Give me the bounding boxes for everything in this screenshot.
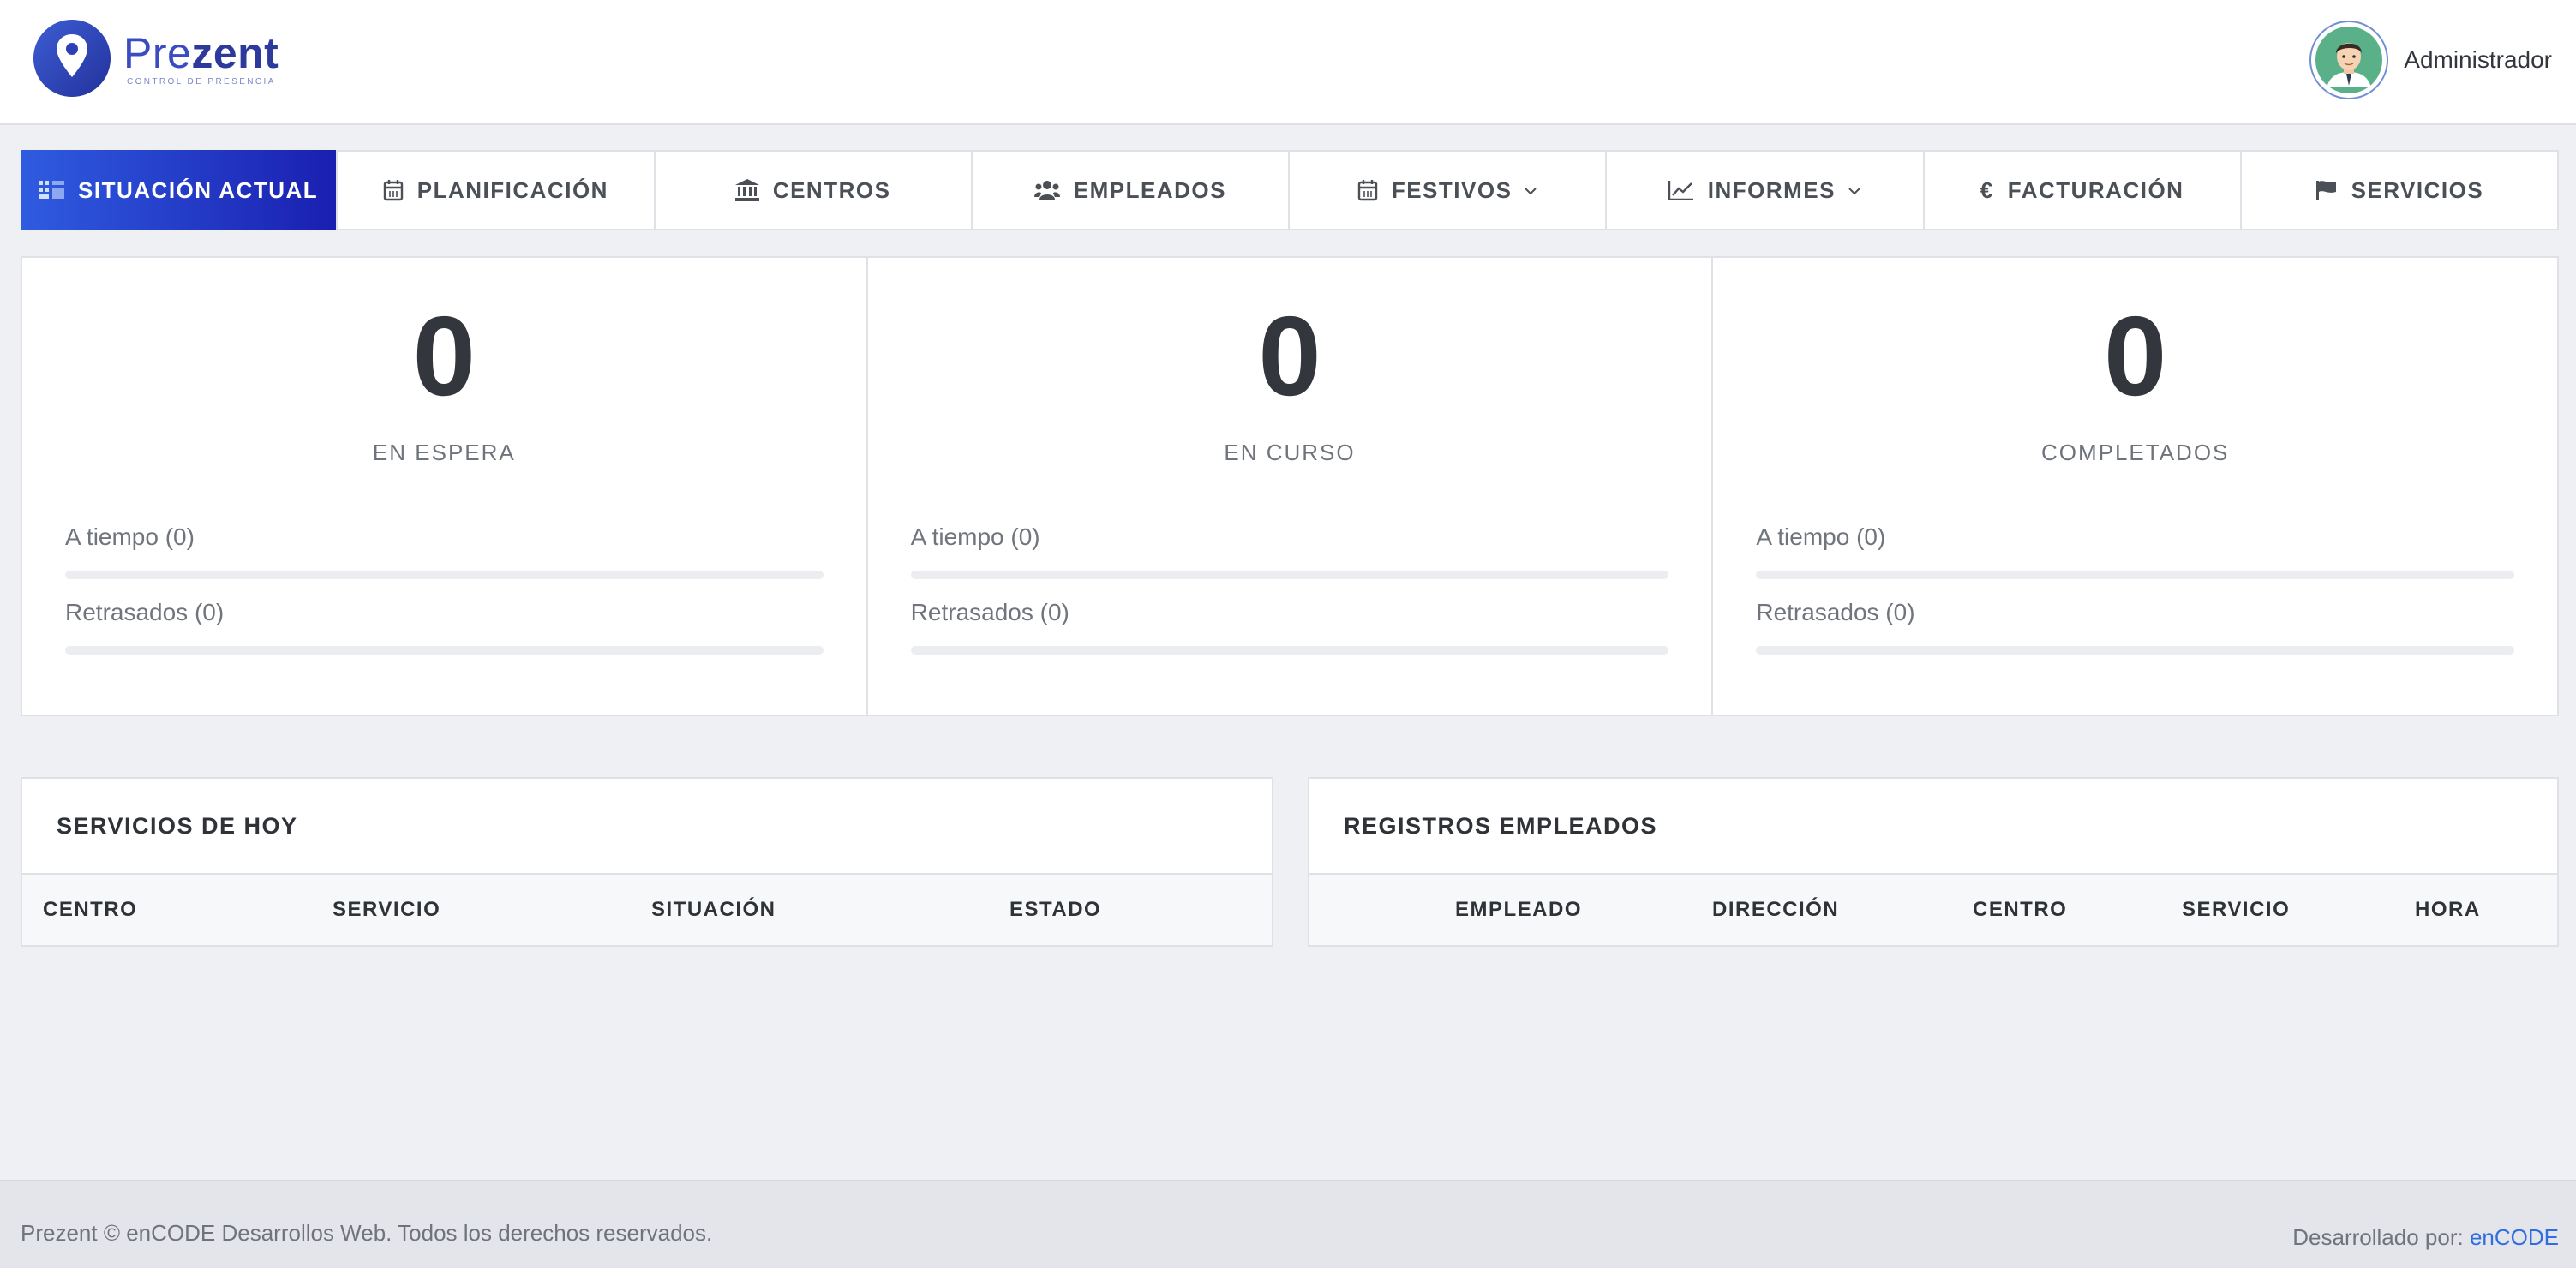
tab-empleados[interactable]: EMPLEADOS bbox=[973, 152, 1290, 229]
stat-label: EN ESPERA bbox=[372, 440, 516, 465]
developer-link[interactable]: enCODE bbox=[2470, 1224, 2559, 1250]
column-header-hora[interactable]: HORA bbox=[2415, 875, 2481, 945]
employee-records-panel: REGISTROS EMPLEADOS EMPLEADO DIRECCIÓN C… bbox=[1308, 777, 2559, 947]
developed-by: Desarrollado por: enCODE bbox=[2292, 1224, 2559, 1251]
delayed-progress-bar bbox=[910, 646, 1669, 655]
stat-label: EN CURSO bbox=[1224, 440, 1356, 465]
top-header: Prezent CONTROL DE PRESENCIA Administrad… bbox=[0, 0, 2576, 125]
stat-completados: 0 COMPLETADOS A tiempo (0) Retrasados (0… bbox=[1713, 258, 2557, 715]
delayed-label: Retrasados (0) bbox=[1756, 599, 1915, 625]
tab-label: CENTROS bbox=[772, 176, 891, 203]
user-menu[interactable]: Administrador bbox=[2309, 21, 2552, 99]
tab-situacion-actual[interactable]: SITUACIÓN ACTUAL bbox=[21, 150, 338, 230]
tab-label: FESTIVOS bbox=[1391, 176, 1513, 203]
tab-facturacion[interactable]: € FACTURACIÓN bbox=[1925, 152, 2242, 229]
panel-title: REGISTROS EMPLEADOS bbox=[1309, 779, 2557, 875]
user-avatar-icon bbox=[2315, 27, 2383, 93]
stat-en-curso: 0 EN CURSO A tiempo (0) Retrasados (0) bbox=[868, 258, 1714, 715]
table-header: EMPLEADO DIRECCIÓN CENTRO SERVICIO HORA bbox=[1309, 875, 2557, 945]
location-pin-logo-icon bbox=[33, 20, 111, 97]
stat-label: COMPLETADOS bbox=[2040, 440, 2230, 465]
delayed-progress-bar bbox=[65, 646, 824, 655]
on-time-label: A tiempo (0) bbox=[910, 523, 1040, 550]
calendar-icon bbox=[1357, 179, 1378, 201]
on-time-progress-bar bbox=[65, 571, 824, 579]
copyright-text: Prezent © enCODE Desarrollos Web. Todos … bbox=[21, 1220, 713, 1246]
column-header-estado[interactable]: ESTADO bbox=[1009, 875, 1101, 945]
on-time-progress-bar bbox=[910, 571, 1669, 579]
column-header-servicio[interactable]: SERVICIO bbox=[2182, 875, 2290, 945]
avatar[interactable] bbox=[2309, 21, 2389, 99]
bank-icon bbox=[734, 179, 759, 201]
column-header-servicio[interactable]: SERVICIO bbox=[332, 875, 440, 945]
logo-name: Prezent bbox=[123, 28, 279, 77]
on-time-label: A tiempo (0) bbox=[65, 523, 195, 550]
delayed-progress-bar bbox=[1756, 646, 2515, 655]
tab-label: SERVICIOS bbox=[2351, 176, 2484, 203]
developed-by-label: Desarrollado por: bbox=[2292, 1224, 2464, 1250]
services-today-panel: SERVICIOS DE HOY CENTRO SERVICIO SITUACI… bbox=[21, 777, 1273, 947]
tab-festivos[interactable]: FESTIVOS bbox=[1290, 152, 1608, 229]
tab-centros[interactable]: CENTROS bbox=[656, 152, 973, 229]
dashboard-icon bbox=[39, 181, 65, 200]
tab-label: INFORMES bbox=[1707, 176, 1836, 203]
tab-label: EMPLEADOS bbox=[1073, 176, 1226, 203]
column-header-centro[interactable]: CENTRO bbox=[43, 875, 137, 945]
column-header-direccion[interactable]: DIRECCIÓN bbox=[1712, 875, 1839, 945]
panel-title: SERVICIOS DE HOY bbox=[22, 779, 1272, 875]
delayed-label: Retrasados (0) bbox=[65, 599, 225, 625]
tab-servicios[interactable]: SERVICIOS bbox=[2242, 152, 2557, 229]
column-header-situacion[interactable]: SITUACIÓN bbox=[651, 875, 776, 945]
stat-en-espera: 0 EN ESPERA A tiempo (0) Retrasados (0) bbox=[22, 258, 868, 715]
chevron-down-icon bbox=[1848, 181, 1861, 200]
main-nav: SITUACIÓN ACTUAL PLANIFICACIÓN CENTROS E… bbox=[21, 150, 2559, 230]
tab-label: SITUACIÓN ACTUAL bbox=[78, 176, 319, 203]
stat-value: 0 bbox=[1258, 293, 1321, 419]
calendar-icon bbox=[383, 179, 404, 201]
users-icon bbox=[1033, 180, 1060, 200]
euro-icon: € bbox=[1980, 176, 1994, 203]
tab-informes[interactable]: INFORMES bbox=[1607, 152, 1925, 229]
logo-tagline: CONTROL DE PRESENCIA bbox=[127, 76, 276, 87]
line-chart-icon bbox=[1668, 180, 1694, 200]
on-time-label: A tiempo (0) bbox=[1756, 523, 1886, 550]
stats-panel: 0 EN ESPERA A tiempo (0) Retrasados (0) … bbox=[21, 256, 2559, 716]
column-header-empleado[interactable]: EMPLEADO bbox=[1455, 875, 1582, 945]
on-time-progress-bar bbox=[1756, 571, 2515, 579]
stat-value: 0 bbox=[412, 293, 476, 419]
chevron-down-icon bbox=[1524, 181, 1537, 200]
table-header: CENTRO SERVICIO SITUACIÓN ESTADO bbox=[22, 875, 1272, 945]
stat-value: 0 bbox=[2103, 293, 2167, 419]
tab-label: FACTURACIÓN bbox=[2007, 176, 2184, 203]
footer: Prezent © enCODE Desarrollos Web. Todos … bbox=[0, 1180, 2576, 1268]
column-header-centro[interactable]: CENTRO bbox=[1973, 875, 2067, 945]
tab-planificacion[interactable]: PLANIFICACIÓN bbox=[338, 152, 656, 229]
tab-label: PLANIFICACIÓN bbox=[416, 176, 608, 203]
delayed-label: Retrasados (0) bbox=[910, 599, 1069, 625]
prezent-logo[interactable]: Prezent CONTROL DE PRESENCIA bbox=[33, 19, 279, 98]
flag-icon bbox=[2315, 180, 2338, 200]
user-name[interactable]: Administrador bbox=[2404, 46, 2552, 74]
